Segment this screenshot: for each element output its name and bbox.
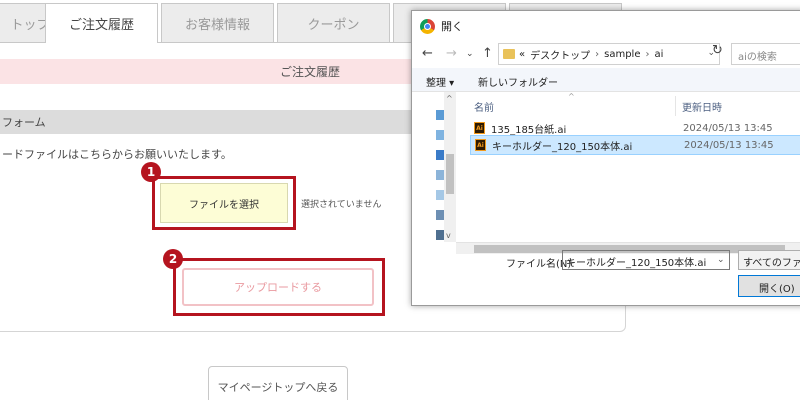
forward-arrow-icon[interactable]: → (446, 46, 457, 61)
nav-scroll-thumb[interactable] (446, 154, 454, 194)
tab-customer-info[interactable]: お客様情報 (161, 3, 274, 42)
tab-label: お客様情報 (184, 17, 250, 33)
breadcrumb-overflow[interactable]: « (519, 49, 525, 60)
up-arrow-icon[interactable]: ↑ (482, 46, 493, 61)
tab-label: トップ (10, 17, 50, 33)
back-to-mypage-button[interactable]: マイページトップへ戻る (208, 366, 348, 400)
recent-chevron-icon[interactable]: ⌄ (466, 49, 474, 59)
filetype-select[interactable]: すべてのファイル (738, 250, 800, 270)
chrome-icon (420, 18, 435, 34)
filename-dropdown-icon[interactable]: ⌄ (717, 255, 725, 265)
address-bar[interactable]: « デスクトップ › sample › ai ⌄ (498, 43, 720, 65)
file-modified: 2024/05/13 13:45 (684, 139, 774, 151)
folder-icon (503, 49, 515, 59)
back-to-mypage-label: マイページトップへ戻る (217, 381, 339, 394)
file-modified: 2024/05/13 13:45 (683, 122, 773, 134)
upload-button[interactable]: アップロードする (182, 268, 374, 306)
step-badge-2: 2 (163, 249, 183, 269)
back-arrow-icon[interactable]: ← (422, 46, 433, 61)
tab-order-history[interactable]: ご注文履歴 (45, 3, 158, 43)
breadcrumb-separator: › (595, 48, 600, 60)
open-file-dialog: 開く ← → ⌄ ↑ « デスクトップ › sample › ai ⌄ ↻ ai… (411, 10, 800, 306)
no-file-selected-text: 選択されていません (301, 200, 382, 210)
column-divider[interactable] (675, 96, 676, 116)
page: トップ ご注文履歴 お客様情報 クーポン ご注文履歴 フォーム ードファイルはこ… (0, 0, 800, 400)
column-name[interactable]: 名前 (474, 99, 494, 114)
breadcrumb-sample[interactable]: sample (604, 49, 640, 60)
dialog-toolbar: 整理 ▾ 新しいフォルダー (412, 68, 800, 92)
organize-menu[interactable]: 整理 ▾ (426, 74, 454, 89)
breadcrumb-separator: › (645, 48, 650, 60)
ai-file-icon: Ai (474, 122, 485, 134)
upload-button-label: アップロードする (234, 281, 322, 294)
nav-scrollbar[interactable]: ^ v (444, 92, 456, 242)
dialog-title: 開く (441, 20, 463, 33)
new-folder-button[interactable]: 新しいフォルダー (478, 74, 558, 89)
choose-file-label: ファイルを選択 (189, 199, 259, 211)
open-button[interactable]: 開く(O) (738, 275, 800, 297)
upload-instruction: ードファイルはこちらからお願いいたします。 (2, 148, 232, 161)
tab-label: クーポン (307, 17, 360, 33)
section-title-text: ご注文履歴 (279, 65, 340, 79)
scroll-down-icon[interactable]: v (446, 231, 451, 240)
filename-input[interactable]: キーホルダー_120_150本体.ai (562, 250, 730, 270)
search-input[interactable]: aiの検索 (731, 43, 800, 65)
tab-coupon[interactable]: クーポン (277, 3, 390, 42)
scroll-up-icon[interactable]: ^ (446, 94, 453, 103)
file-row-selected[interactable]: Ai キーホルダー_120_150本体.ai 2024/05/13 13:45 (470, 135, 800, 155)
column-modified[interactable]: 更新日時 (682, 99, 722, 114)
tab-label: ご注文履歴 (68, 18, 134, 33)
file-name: 135_185台紙.ai (491, 124, 567, 136)
sort-caret-icon: ^ (568, 92, 575, 101)
ai-file-icon: Ai (475, 139, 486, 151)
breadcrumb-ai[interactable]: ai (654, 49, 663, 60)
refresh-icon[interactable]: ↻ (712, 43, 723, 58)
file-name: キーホルダー_120_150本体.ai (492, 141, 633, 153)
column-headers: ^ 名前 更新日時 (456, 92, 800, 120)
choose-file-button[interactable]: ファイルを選択 (160, 183, 288, 223)
form-header-text: フォーム (2, 116, 46, 129)
step-badge-1: 1 (141, 162, 161, 182)
breadcrumb-desktop[interactable]: デスクトップ (530, 47, 590, 62)
dialog-titlebar: 開く (412, 11, 800, 41)
